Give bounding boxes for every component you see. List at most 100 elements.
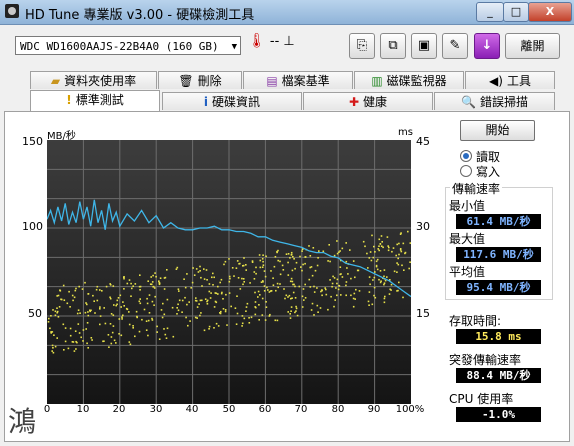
access-time-point [279, 283, 281, 285]
minimize-button[interactable]: _ [476, 2, 504, 22]
access-time-point [49, 327, 51, 330]
access-time-point [228, 275, 231, 278]
access-time-point [301, 306, 304, 308]
access-time-point [115, 304, 117, 307]
options-button[interactable]: ✎ [442, 33, 468, 59]
access-time-point [241, 315, 244, 317]
tab-folder-usage[interactable]: ▰ 資料夾使用率 [30, 71, 157, 89]
access-time-point [177, 309, 180, 312]
tab-info[interactable]: i 硬碟資訊 [162, 92, 302, 110]
access-time-point [296, 314, 299, 317]
access-time-point [90, 337, 93, 339]
access-time-point [270, 270, 272, 272]
x-tick: 90 [367, 404, 381, 415]
chart-icon: ▥ [371, 74, 383, 88]
y-left-tick: 150 [22, 135, 43, 148]
access-time-point [321, 294, 323, 297]
access-time-point [311, 274, 314, 277]
access-time-point [75, 287, 77, 290]
access-time-point [287, 253, 290, 255]
access-time-point [109, 296, 111, 299]
tab-tools[interactable]: ◀) 工具 [465, 71, 555, 89]
access-time-point [331, 282, 334, 285]
access-time-point [75, 348, 77, 350]
y-right-tick: 30 [416, 220, 430, 233]
access-time-point [220, 310, 222, 313]
access-time-point [223, 263, 225, 266]
access-time-point [104, 322, 107, 325]
access-time-point [123, 277, 125, 280]
copy-text-button[interactable]: ⎘ [349, 33, 375, 59]
access-time-point [400, 250, 403, 253]
access-time-point [293, 258, 295, 260]
access-time-point [121, 318, 123, 320]
title-bar[interactable]: HD Tune 專業版 v3.00 - 硬碟檢測工具 _ □ X [0, 0, 574, 25]
exit-button[interactable]: 離開 [505, 33, 560, 59]
access-time-point [56, 307, 58, 309]
maximize-button[interactable]: □ [503, 2, 529, 22]
tab-error-scan[interactable]: 🔍 錯誤掃描 [434, 92, 555, 110]
access-time-point [217, 285, 219, 288]
save-button[interactable]: ▣ [411, 33, 437, 59]
access-time-point [206, 300, 208, 303]
access-time-point [233, 275, 235, 277]
access-time-point [128, 341, 131, 343]
access-time-point [166, 298, 169, 301]
access-time-point [119, 294, 122, 297]
access-time-point [159, 277, 162, 279]
access-time-point [356, 269, 359, 272]
access-time-point [287, 311, 289, 313]
access-time-point [372, 256, 375, 259]
download-button[interactable]: ↓ [474, 33, 500, 59]
access-time-point [349, 249, 351, 251]
access-time-point [196, 317, 198, 319]
access-time-point [66, 302, 69, 305]
access-time-point [383, 275, 385, 278]
close-button[interactable]: X [528, 2, 572, 22]
tab-erase[interactable]: 🗑 刪除 [158, 71, 242, 89]
access-time-point [368, 276, 371, 278]
access-time-point [172, 335, 175, 338]
tab-health[interactable]: ✚ 健康 [303, 92, 433, 110]
access-time-point [128, 279, 131, 281]
access-time-point [52, 309, 54, 311]
access-time-point [377, 248, 379, 250]
access-time-point [338, 285, 341, 287]
min-value: 61.4 MB/秒 [456, 214, 541, 229]
access-time-point [132, 285, 134, 287]
access-time-point [199, 265, 201, 268]
access-time-point [399, 233, 402, 235]
access-time-point [235, 323, 238, 325]
access-time-point [183, 278, 185, 280]
access-time-point [402, 296, 404, 299]
drive-select[interactable]: WDC WD1600AAJS-22B4A0 (160 GB) ▼ [15, 36, 241, 55]
access-time-point [341, 276, 344, 278]
access-time-point [290, 306, 293, 308]
access-time-point [397, 257, 399, 260]
access-time-point [403, 269, 405, 271]
access-time-point [301, 269, 303, 272]
tab-benchmark[interactable]: ! 標準測試 [30, 90, 160, 111]
access-time-point [82, 340, 84, 342]
access-time-point [281, 264, 284, 267]
access-time-point [273, 265, 276, 268]
access-time-point [189, 320, 191, 322]
access-time-point [380, 235, 383, 237]
start-button[interactable]: 開始 [460, 120, 535, 141]
access-time-point [275, 289, 277, 292]
access-time-point [304, 256, 307, 258]
access-time-point [381, 241, 383, 243]
access-time-point [242, 283, 244, 286]
copy-screenshot-button[interactable]: ⧉ [380, 33, 406, 59]
access-time-point [208, 328, 210, 330]
access-time-point [112, 314, 115, 316]
access-time-point [199, 270, 201, 272]
x-tick: 70 [294, 404, 308, 415]
access-time-point [327, 260, 329, 262]
write-radio[interactable]: 寫入 [460, 163, 500, 180]
tab-disk-monitor[interactable]: ▥ 磁碟監視器 [354, 71, 464, 89]
access-time-point [345, 294, 347, 297]
access-time-point [336, 240, 338, 242]
access-time-point [85, 302, 87, 304]
tab-file-benchmark[interactable]: ▤ 檔案基準 [243, 71, 353, 89]
